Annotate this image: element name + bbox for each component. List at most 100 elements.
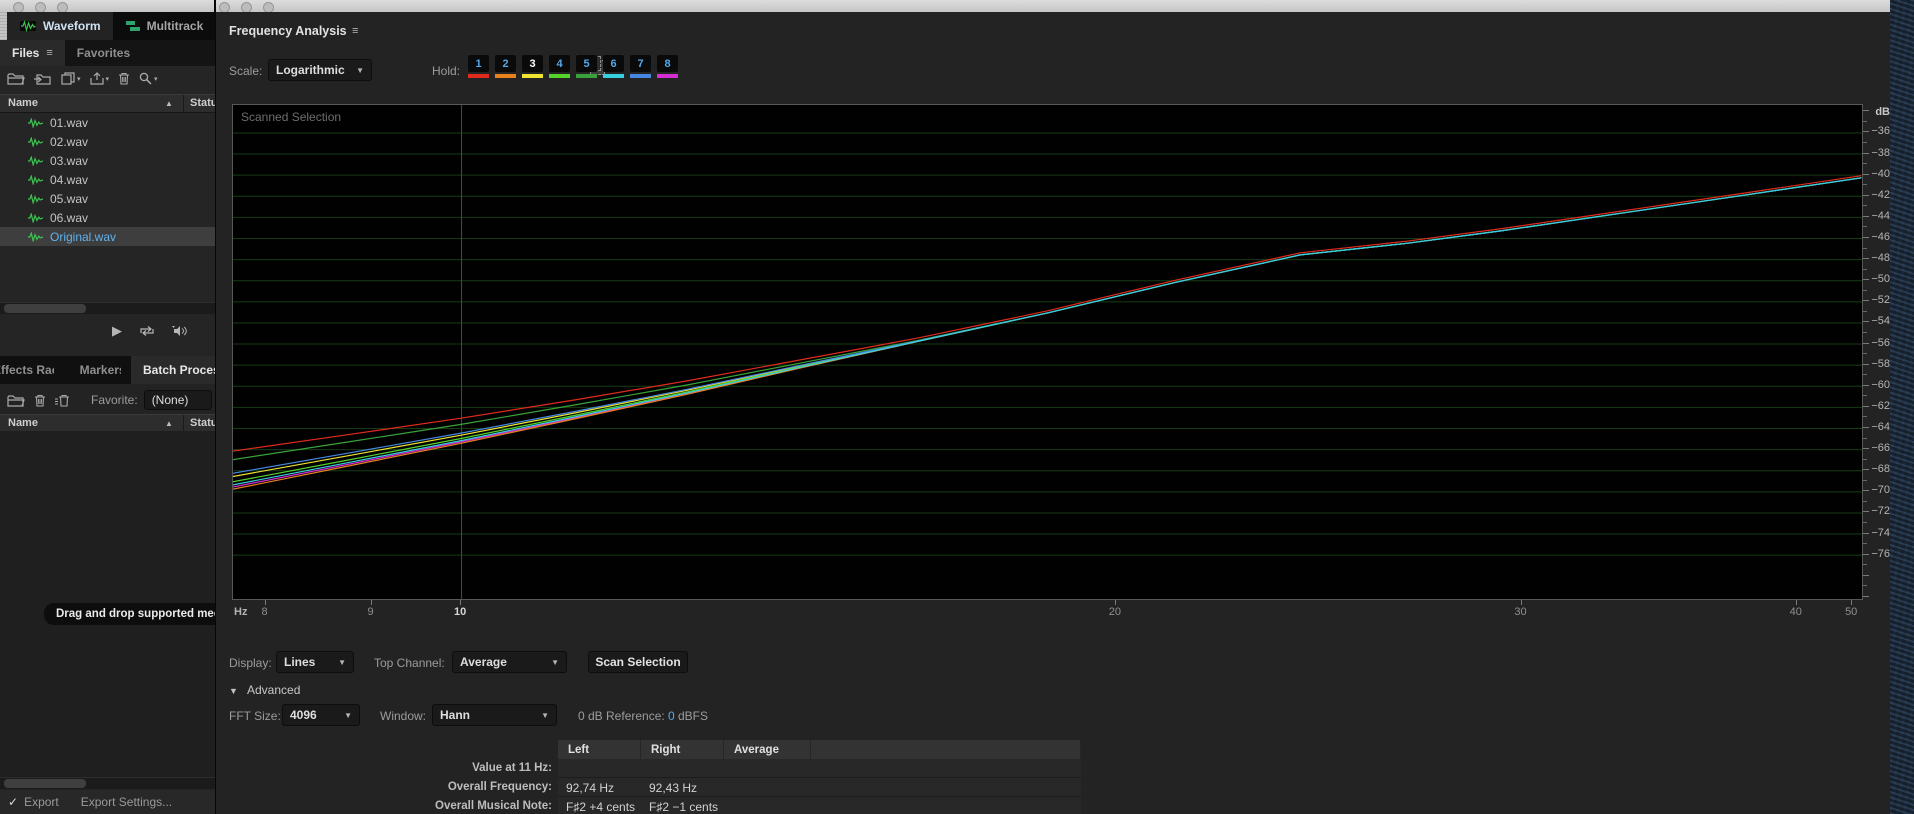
file-row[interactable]: 04.wav: [0, 170, 215, 189]
curve-hold-3: [233, 177, 1862, 478]
hz-tick-label: 10: [453, 606, 467, 618]
hold-button-3[interactable]: 3: [522, 55, 543, 78]
hold-button-7[interactable]: 7: [630, 55, 651, 78]
display-select[interactable]: Lines ▼: [276, 651, 354, 673]
search-icon[interactable]: ▾: [139, 72, 158, 85]
curve-hold-7: [233, 177, 1862, 474]
tab-markers[interactable]: Markers: [68, 356, 121, 384]
file-row[interactable]: 03.wav: [0, 151, 215, 170]
waveform-file-icon: [28, 194, 43, 204]
db-tick: [1863, 458, 1867, 460]
tab-markers-label: Markers: [79, 363, 121, 377]
reference-unit: dBFS: [678, 709, 709, 723]
db-tick-label: −74: [1871, 526, 1890, 539]
hold-color-swatch: [603, 74, 624, 78]
window-select[interactable]: Hann ▼: [432, 704, 557, 726]
tab-multitrack[interactable]: Multitrack: [113, 12, 216, 40]
hold-number: 6: [603, 55, 624, 72]
file-row[interactable]: 01.wav: [0, 113, 215, 132]
top-channel-label: Top Channel:: [374, 656, 445, 670]
tab-batch-process-label: Batch Process: [143, 363, 215, 377]
fft-size-select[interactable]: 4096 ▼: [282, 704, 360, 726]
auto-play-icon[interactable]: [172, 325, 188, 337]
import-file-icon[interactable]: [34, 72, 52, 85]
file-row[interactable]: Original.wav: [0, 227, 215, 246]
hold-number: 1: [468, 55, 489, 72]
hold-number: 5: [576, 55, 597, 72]
panel-menu-icon[interactable]: ≡: [46, 47, 52, 59]
panel-grip[interactable]: [0, 12, 7, 40]
file-name: 04.wav: [50, 172, 89, 187]
frequency-plot[interactable]: Scanned Selection: [232, 104, 1863, 600]
file-row[interactable]: 02.wav: [0, 132, 215, 151]
hold-number: 7: [630, 55, 651, 72]
column-divider[interactable]: [183, 95, 184, 112]
advanced-label[interactable]: Advanced: [247, 683, 300, 697]
scale-value: Logarithmic: [276, 63, 345, 77]
hold-color-swatch: [468, 74, 489, 78]
db-tick-label: −42: [1871, 188, 1890, 201]
tab-files[interactable]: Files ≡: [0, 40, 65, 66]
files-panel-tabs: Files ≡ Favorites: [0, 40, 215, 66]
export-checkbox-label[interactable]: Export: [24, 795, 59, 809]
db-tick-label: −64: [1871, 421, 1890, 433]
scrollbar-thumb[interactable]: [4, 304, 86, 313]
reference-value[interactable]: 0: [668, 709, 675, 723]
batch-drop-zone[interactable]: Drag and drop supported media here: [0, 431, 215, 777]
tab-batch-process[interactable]: Batch Process: [131, 356, 215, 384]
hold-button-8[interactable]: 8: [657, 55, 678, 78]
clear-all-icon[interactable]: [55, 394, 70, 407]
column-status[interactable]: Status: [190, 97, 215, 109]
sort-asc-icon[interactable]: ▲: [165, 99, 173, 108]
db-tick: [1863, 374, 1867, 376]
open-file-icon[interactable]: [7, 394, 25, 407]
hold-button-1[interactable]: 1: [468, 55, 489, 78]
files-horizontal-scrollbar[interactable]: [0, 302, 215, 314]
advanced-disclosure-icon[interactable]: ▼: [229, 686, 238, 696]
sort-asc-icon[interactable]: ▲: [165, 419, 173, 428]
delete-file-icon[interactable]: [118, 72, 130, 85]
table-header-right: Right: [641, 740, 724, 759]
column-name[interactable]: Name: [8, 97, 38, 109]
tab-waveform-label: Waveform: [43, 19, 101, 33]
file-row[interactable]: 05.wav: [0, 189, 215, 208]
export-checkbox[interactable]: ✓: [8, 795, 18, 809]
file-name: 05.wav: [50, 191, 89, 206]
hold-button-4[interactable]: 4: [549, 55, 570, 78]
files-toolbar: ▾ ▾ ▾: [7, 72, 167, 85]
hold-button-5[interactable]: 5: [576, 55, 597, 78]
file-row[interactable]: 06.wav: [0, 208, 215, 227]
scan-selection-button[interactable]: Scan Selection: [588, 651, 688, 673]
tab-favorites[interactable]: Favorites: [65, 40, 142, 66]
file-name: 06.wav: [50, 210, 89, 225]
column-status[interactable]: Status: [190, 417, 215, 429]
batch-toolbar: Favorite: (None): [7, 390, 212, 410]
waveform-file-icon: [28, 137, 43, 147]
batch-horizontal-scrollbar[interactable]: [0, 777, 215, 789]
db-tick: [1863, 142, 1867, 143]
table-row-label: Overall Frequency:: [447, 781, 552, 793]
export-settings-button[interactable]: Export Settings...: [81, 795, 172, 809]
play-icon[interactable]: ▶: [112, 323, 122, 339]
scale-select[interactable]: Logarithmic ▼: [268, 59, 372, 81]
insert-into-multitrack-icon[interactable]: ▾: [90, 72, 109, 85]
curve-hold-8: [233, 177, 1862, 488]
remove-file-icon[interactable]: [34, 394, 46, 407]
panel-menu-icon[interactable]: ≡: [352, 25, 358, 37]
hold-button-6[interactable]: 6: [603, 55, 624, 78]
db-tick: [1863, 163, 1867, 165]
desktop-wallpaper: [1890, 0, 1914, 814]
db-tick: [1863, 205, 1867, 207]
hold-button-2[interactable]: 2: [495, 55, 516, 78]
favorite-select[interactable]: (None): [143, 390, 212, 410]
drop-hint-tooltip: Drag and drop supported media here: [44, 603, 215, 625]
scrollbar-thumb[interactable]: [4, 779, 86, 788]
loop-playback-icon[interactable]: [139, 325, 155, 337]
column-name[interactable]: Name: [8, 417, 38, 429]
top-channel-select[interactable]: Average ▼: [452, 651, 567, 673]
tab-waveform[interactable]: Waveform: [7, 12, 113, 40]
open-file-icon[interactable]: [7, 72, 25, 85]
tab-effects-rack[interactable]: Effects Rack: [0, 356, 54, 384]
new-content-icon[interactable]: ▾: [61, 72, 81, 85]
files-column-header[interactable]: Name ▲ Status: [0, 94, 215, 113]
